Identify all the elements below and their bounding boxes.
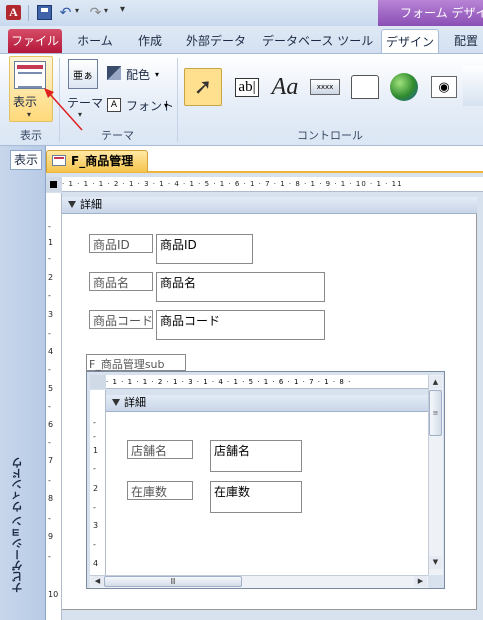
subform-label[interactable]: F_商品管理sub — [86, 354, 186, 371]
tab-control-icon[interactable] — [346, 68, 384, 106]
access-icon[interactable]: A — [6, 5, 21, 20]
vruler-mark: - — [48, 222, 51, 231]
form-view-icon — [14, 61, 46, 89]
group-divider — [177, 58, 178, 142]
vruler-mark: 10 — [48, 590, 59, 599]
vruler-mark: - — [48, 365, 51, 374]
label-stock-qty[interactable]: 在庫数 — [127, 481, 193, 500]
vruler-mark: 8 — [48, 494, 54, 503]
tab-create[interactable]: 作成 — [127, 29, 173, 53]
subform-vruler-mark: - — [93, 503, 96, 512]
view-button-label: 表示 — [13, 95, 38, 109]
vruler-mark: 9 — [48, 532, 54, 541]
save-icon[interactable] — [37, 5, 52, 20]
tab-external-data[interactable]: 外部データ — [180, 29, 252, 53]
tab-arrange[interactable]: 配置 — [449, 29, 483, 53]
undo-dropdown-icon[interactable]: ▾ — [75, 6, 79, 15]
label-control-icon[interactable]: Aa — [266, 68, 304, 106]
subform-horizontal-ruler[interactable]: · 1 · 1 · 1 · 2 · 1 · 3 · 1 · 4 · 1 · 5 … — [106, 375, 428, 389]
color-palette-icon[interactable] — [107, 66, 121, 80]
subform-vruler-mark: - — [93, 418, 96, 427]
vruler-mark: - — [48, 476, 51, 485]
qat-divider — [28, 5, 29, 21]
label-product-code[interactable]: 商品コード — [89, 310, 153, 329]
annotation-arrow — [44, 88, 83, 131]
subform-detail-section-bar[interactable]: 詳細 — [106, 395, 428, 412]
textbox-stock-qty[interactable]: 在庫数 — [210, 481, 302, 513]
scroll-left-arrow-icon[interactable]: ◀ — [91, 576, 104, 587]
tab-home[interactable]: ホーム — [72, 29, 118, 53]
theme-icon[interactable]: 亜ぁ — [68, 59, 98, 89]
subform-vertical-scroll-thumb[interactable]: ≡ — [429, 390, 442, 436]
tab-database-tools[interactable]: データベース ツール — [262, 29, 373, 53]
label-store-name[interactable]: 店舗名 — [127, 440, 193, 459]
vruler-mark: - — [48, 291, 51, 300]
web-browser-control-icon[interactable]: ◉ — [425, 68, 463, 106]
redo-icon[interactable]: ↷ — [88, 5, 103, 21]
controls-more-icon[interactable] — [463, 66, 483, 106]
redo-dropdown-icon[interactable]: ▾ — [104, 6, 108, 15]
button-control-icon[interactable]: xxxx — [306, 68, 344, 106]
color-dropdown-icon[interactable]: ▾ — [155, 70, 159, 79]
form-selector[interactable] — [46, 177, 62, 192]
undo-icon[interactable]: ↶ — [58, 5, 73, 21]
vruler-mark: 1 — [48, 238, 54, 247]
vruler-mark: 2 — [48, 273, 54, 282]
scrollbar-corner — [428, 575, 443, 588]
detail-section-bar[interactable]: 詳細 — [62, 197, 477, 214]
color-button[interactable]: 配色 — [126, 66, 150, 83]
customize-qat-icon[interactable]: ▾ — [120, 4, 125, 15]
vruler-mark: 4 — [48, 347, 54, 356]
textbox-product-code[interactable]: 商品コード — [156, 310, 325, 340]
select-pointer-icon[interactable]: ➚ — [184, 68, 222, 106]
subform-selector[interactable] — [90, 375, 106, 389]
vruler-mark: - — [48, 329, 51, 338]
horizontal-ruler[interactable]: · 1 · 1 · 1 · 2 · 1 · 3 · 1 · 4 · 1 · 5 … — [62, 177, 483, 192]
contextual-tab-title: フォーム デザイン — [378, 0, 483, 26]
nav-pane-show-button[interactable]: 表示 — [10, 150, 42, 170]
subform-vruler-mark: 1 — [93, 446, 99, 455]
subform-vruler-mark: 2 — [93, 484, 99, 493]
vruler-mark: - — [48, 438, 51, 447]
vruler-mark: 7 — [48, 456, 54, 465]
vruler-mark: - — [48, 402, 51, 411]
vruler-mark: 5 — [48, 384, 54, 393]
vruler-mark: 6 — [48, 420, 54, 429]
form-icon — [52, 155, 66, 166]
subform-horizontal-scroll-thumb[interactable]: Ⅲ — [104, 576, 242, 587]
tab-design[interactable]: デザイン — [381, 29, 439, 53]
vruler-mark: 3 — [48, 310, 54, 319]
nav-pane-label[interactable]: ナビゲーション ウィンドウ — [10, 455, 32, 595]
textbox-control-icon[interactable]: ab| — [228, 68, 266, 106]
subform-vruler-mark: - — [93, 540, 96, 549]
font-icon[interactable]: A — [107, 98, 121, 112]
vruler-mark: - — [48, 254, 51, 263]
subform-vruler-mark: - — [93, 432, 96, 441]
scroll-down-arrow-icon[interactable]: ▼ — [429, 556, 442, 569]
textbox-store-name[interactable]: 店舗名 — [210, 440, 302, 472]
label-product-id[interactable]: 商品ID — [89, 234, 153, 253]
subform-vruler-mark: 4 — [93, 559, 99, 568]
tab-file[interactable]: ファイル — [8, 29, 62, 53]
textbox-product-name[interactable]: 商品名 — [156, 272, 325, 302]
vruler-mark: - — [48, 552, 51, 561]
scroll-right-arrow-icon[interactable]: ▶ — [414, 576, 427, 587]
subform-vruler-mark: 3 — [93, 521, 99, 530]
hyperlink-globe-icon[interactable] — [385, 68, 423, 106]
label-product-name[interactable]: 商品名 — [89, 272, 153, 291]
controls-group-label: コントロール — [297, 129, 363, 142]
view-dropdown-icon[interactable]: ▾ — [27, 110, 31, 119]
subform-vruler-mark: - — [93, 464, 96, 473]
textbox-product-id[interactable]: 商品ID — [156, 234, 253, 264]
font-dropdown-icon[interactable]: ▾ — [164, 101, 168, 110]
vruler-mark: - — [48, 514, 51, 523]
scroll-up-arrow-icon[interactable]: ▲ — [429, 376, 442, 389]
